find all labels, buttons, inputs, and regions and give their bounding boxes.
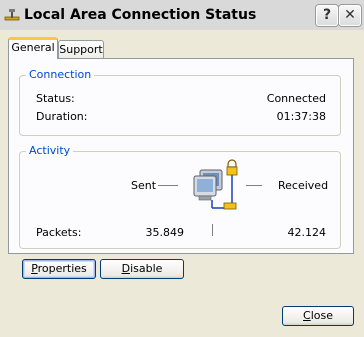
tab-general[interactable]: General (8, 37, 58, 59)
tab-general-label: General (11, 41, 55, 54)
status-value: Connected (266, 92, 326, 105)
packets-divider (212, 224, 213, 236)
sent-label: Sent (131, 179, 157, 192)
received-label: Received (278, 179, 329, 192)
close-button[interactable]: Close (282, 306, 354, 326)
network-connection-icon (4, 9, 20, 21)
packets-label: Packets: (36, 226, 82, 239)
properties-label: roperties (37, 262, 87, 275)
help-button[interactable]: ? (316, 5, 338, 26)
close-icon: ✕ (344, 7, 356, 23)
title-bar[interactable]: Local Area Connection Status ? ✕ (0, 0, 364, 30)
disable-accel: D (121, 262, 131, 275)
sent-line (158, 185, 178, 186)
close-window-button[interactable]: ✕ (339, 5, 361, 26)
tab-support[interactable]: Support (58, 40, 104, 60)
properties-button[interactable]: Properties (22, 259, 96, 279)
packets-sent-value: 35.849 (145, 226, 185, 239)
received-line (246, 185, 262, 186)
network-computers-icon (193, 159, 238, 210)
window-title: Local Area Connection Status (24, 7, 257, 23)
tab-support-label: Support (59, 43, 103, 56)
packets-received-value: 42.124 (287, 226, 327, 239)
connection-heading: Connection (26, 68, 95, 81)
duration-label: Duration: (36, 110, 88, 123)
activity-heading: Activity (26, 144, 74, 157)
disable-button[interactable]: Disable (100, 259, 184, 279)
close-accel: C (303, 309, 311, 322)
connection-group: Connection (19, 68, 341, 136)
disable-label: isable (130, 262, 163, 275)
help-icon: ? (322, 7, 332, 23)
duration-value: 01:37:38 (276, 110, 326, 123)
status-label: Status: (36, 92, 75, 105)
close-label: lose (310, 309, 333, 322)
